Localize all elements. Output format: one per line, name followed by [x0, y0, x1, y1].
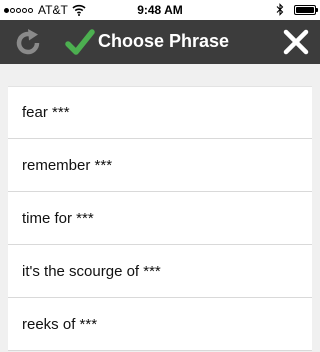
battery-icon [294, 4, 318, 15]
phrase-item[interactable]: time for *** [8, 192, 312, 245]
phrase-item[interactable]: it's the scourge of *** [8, 245, 312, 298]
phrase-item[interactable]: fear *** [8, 86, 312, 139]
refresh-icon[interactable] [12, 27, 44, 59]
bluetooth-icon [276, 3, 284, 16]
phrase-list: fear *** remember *** time for *** it's … [8, 86, 312, 351]
status-right [276, 3, 318, 16]
battery-tip [316, 7, 318, 12]
check-icon[interactable] [64, 27, 96, 59]
status-time: 9:48 AM [137, 3, 183, 17]
close-icon[interactable] [282, 28, 310, 56]
battery-level [296, 6, 314, 13]
phrase-item[interactable]: reeks of *** [8, 298, 312, 351]
nav-bar: Choose Phrase [0, 20, 320, 64]
page-title: Choose Phrase [98, 31, 230, 51]
status-bar: AT&T 9:48 AM [0, 0, 320, 20]
phrase-item[interactable]: remember *** [8, 139, 312, 192]
